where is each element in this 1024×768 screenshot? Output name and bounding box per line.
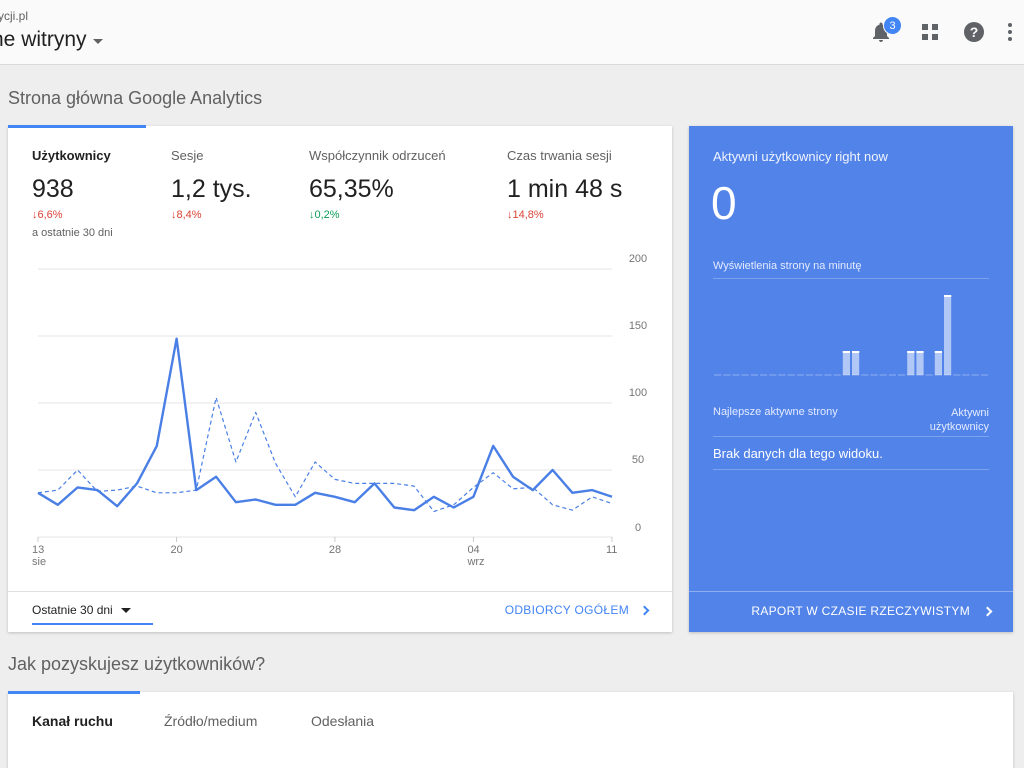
date-range-underline <box>32 623 153 625</box>
pageview-bar-cap <box>852 351 860 353</box>
x-tick-sublabel: sie <box>32 556 46 568</box>
realtime-report-link[interactable]: RAPORT W CZASIE RZECZYWISTYM <box>751 604 993 618</box>
apps-grid-icon[interactable] <box>918 20 942 44</box>
pageview-bar-cap <box>842 351 850 353</box>
active-users-count: 0 <box>711 177 737 229</box>
active-users-header-line2: użytkownicy <box>929 421 989 433</box>
users-line-chart: 200 150 100 50 0 13sie 20 28 04wrz 11 <box>32 253 647 568</box>
x-tick-label: 04 <box>467 544 479 556</box>
date-range-selector[interactable]: Ostatnie 30 dni <box>32 603 131 617</box>
y-tick-label: 150 <box>629 320 647 332</box>
date-range-label: Ostatnie 30 dni <box>32 603 113 617</box>
pageviews-per-minute-label: Wyświetlenia strony na minutę <box>713 260 862 272</box>
pageview-bar <box>907 351 915 375</box>
y-tick-label: 0 <box>635 522 641 534</box>
realtime-card: Aktywni użytkownicy right now 0 Wyświetl… <box>689 126 1013 632</box>
realtime-footer: RAPORT W CZASIE RZECZYWISTYM <box>689 591 1013 632</box>
realtime-title: Aktywni użytkownicy right now <box>713 149 888 164</box>
caret-down-icon <box>120 607 131 613</box>
pageview-bar-cap <box>944 295 952 297</box>
pageview-bar <box>852 351 860 375</box>
x-tick-label: 28 <box>329 544 341 556</box>
x-tick-label: 11 <box>606 544 617 556</box>
pageview-bar <box>842 351 850 375</box>
active-tab-indicator <box>8 691 140 694</box>
card-footer: Ostatnie 30 dni ODBIORCY OGÓŁEM <box>8 591 672 632</box>
pageview-bar <box>916 351 924 375</box>
pageviews-bar-chart <box>714 295 988 376</box>
svg-text:?: ? <box>970 24 979 40</box>
acquisition-card: Kanał ruchu Źródło/medium Odesłania <box>8 691 1013 768</box>
divider <box>713 469 989 470</box>
pageview-bar-cap <box>934 351 942 353</box>
divider <box>713 278 989 279</box>
view-selector[interactable]: ne witryny <box>0 28 103 52</box>
x-tick-label: 13 <box>32 544 44 556</box>
audience-link-label: ODBIORCY OGÓŁEM <box>504 603 629 617</box>
audience-overview-link[interactable]: ODBIORCY OGÓŁEM <box>504 603 650 617</box>
pageview-bar <box>944 295 952 375</box>
tab-referrals[interactable]: Odesłania <box>311 713 374 729</box>
active-users-header-line1: Aktywni <box>951 407 989 419</box>
notification-badge[interactable]: 3 <box>883 16 902 35</box>
y-tick-label: 200 <box>629 253 647 265</box>
tab-channel[interactable]: Kanał ruchu <box>32 713 113 729</box>
no-data-message: Brak danych dla tego widoku. <box>713 446 883 461</box>
overview-card: Użytkownicy 938 ↓6,6% a ostatnie 30 dni … <box>8 125 672 632</box>
series-line-current <box>37 337 613 512</box>
y-tick-label: 100 <box>629 387 647 399</box>
tab-source-medium[interactable]: Źródło/medium <box>164 713 257 729</box>
pageview-bar <box>934 351 942 375</box>
page-title: Strona główna Google Analytics <box>8 88 263 108</box>
pageview-bar-cap <box>916 351 924 353</box>
analytics-app: ycji.pl ne witryny 3 ? Strona główna Goo… <box>0 0 1024 768</box>
top-pages-header: Najlepsze aktywne strony <box>713 406 838 418</box>
help-icon[interactable]: ? <box>962 20 986 44</box>
account-name: ycji.pl <box>0 9 29 23</box>
chevron-right-icon <box>639 605 650 615</box>
active-users-header: Aktywni użytkownicy <box>909 406 989 434</box>
top-bar: ycji.pl ne witryny 3 ? <box>0 0 1024 65</box>
pageview-bar-cap <box>907 351 915 353</box>
view-name: ne witryny <box>0 28 87 51</box>
chevron-down-icon <box>92 38 103 44</box>
chevron-right-icon <box>982 606 993 616</box>
acquisition-title: Jak pozyskujesz użytkowników? <box>8 654 266 674</box>
more-vert-icon[interactable] <box>1004 20 1024 44</box>
realtime-report-label: RAPORT W CZASIE RZECZYWISTYM <box>751 604 970 618</box>
x-tick-sublabel: wrz <box>466 556 484 568</box>
divider <box>713 436 989 437</box>
y-tick-label: 50 <box>632 454 644 466</box>
x-tick-label: 20 <box>171 544 183 556</box>
